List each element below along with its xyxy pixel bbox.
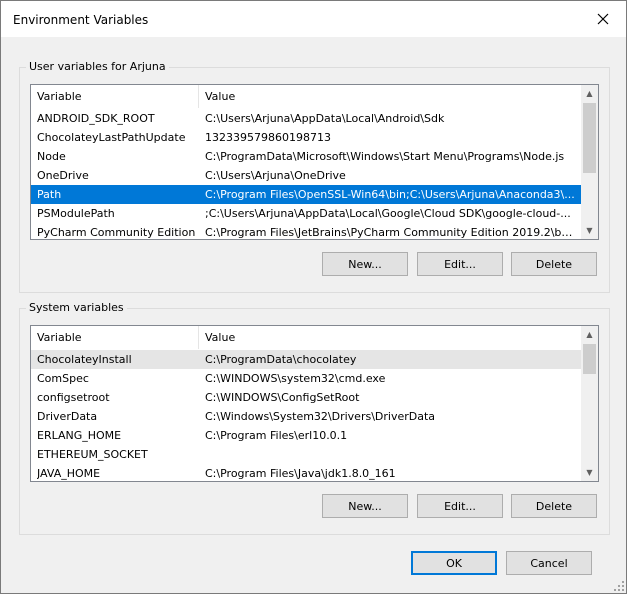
list-item[interactable]: Node C:\ProgramData\Microsoft\Windows\St… xyxy=(31,147,581,166)
user-edit-button[interactable]: Edit... xyxy=(417,252,503,276)
variable-name: ERLANG_HOME xyxy=(37,429,122,442)
variable-value: C:\Program Files\OpenSSL-Win64\bin;C:\Us… xyxy=(205,188,575,201)
scrollbar-thumb[interactable] xyxy=(583,103,596,173)
variable-name: JAVA_HOME xyxy=(37,467,101,480)
scroll-up-arrow-icon[interactable]: ▲ xyxy=(581,326,598,343)
user-delete-button[interactable]: Delete xyxy=(511,252,597,276)
variable-value: C:\Users\Arjuna\AppData\Local\Android\Sd… xyxy=(205,112,445,125)
column-header-variable[interactable]: Variable xyxy=(31,85,199,108)
list-item[interactable]: ERLANG_HOME C:\Program Files\erl10.0.1 xyxy=(31,426,581,445)
variable-value: C:\WINDOWS\system32\cmd.exe xyxy=(205,372,386,385)
variable-value: C:\Program Files\Java\jdk1.8.0_161 xyxy=(205,467,396,480)
environment-variables-dialog: Environment Variables User variables for… xyxy=(0,0,627,594)
user-variables-group: User variables for Arjuna Variable Value… xyxy=(19,60,610,293)
close-button[interactable] xyxy=(580,1,626,37)
system-list-header: Variable Value xyxy=(31,326,581,349)
variable-name: ComSpec xyxy=(37,372,89,385)
variable-value: C:\ProgramData\Microsoft\Windows\Start M… xyxy=(205,150,565,163)
list-item[interactable]: JAVA_HOME C:\Program Files\Java\jdk1.8.0… xyxy=(31,464,581,481)
variable-value: ;C:\Users\Arjuna\AppData\Local\Google\Cl… xyxy=(205,207,571,220)
user-variables-list[interactable]: Variable Value ANDROID_SDK_ROOT C:\Users… xyxy=(30,84,599,240)
variable-value: C:\Users\Arjuna\OneDrive xyxy=(205,169,346,182)
column-header-value[interactable]: Value xyxy=(199,85,579,108)
title-bar: Environment Variables xyxy=(1,1,626,37)
scroll-down-arrow-icon[interactable]: ▼ xyxy=(581,222,598,239)
cancel-button[interactable]: Cancel xyxy=(506,551,592,575)
scroll-down-arrow-icon[interactable]: ▼ xyxy=(581,464,598,481)
list-item[interactable]: PyCharm Community Edition C:\Program Fil… xyxy=(31,223,581,239)
variable-value: C:\Program Files\erl10.0.1 xyxy=(205,429,348,442)
ok-button[interactable]: OK xyxy=(411,551,497,575)
user-list-header: Variable Value xyxy=(31,85,581,108)
system-edit-button[interactable]: Edit... xyxy=(417,494,503,518)
system-delete-button[interactable]: Delete xyxy=(511,494,597,518)
list-item[interactable]: ETHEREUM_SOCKET xyxy=(31,445,581,464)
list-item[interactable]: OneDrive C:\Users\Arjuna\OneDrive xyxy=(31,166,581,185)
column-header-variable[interactable]: Variable xyxy=(31,326,199,349)
system-variables-list[interactable]: Variable Value ChocolateyInstall C:\Prog… xyxy=(30,325,599,482)
close-icon xyxy=(597,13,609,25)
variable-value: C:\Program Files\JetBrains\PyCharm Commu… xyxy=(205,226,575,239)
user-new-button[interactable]: New... xyxy=(322,252,408,276)
list-item[interactable]: ChocolateyLastPathUpdate 132339579860198… xyxy=(31,128,581,147)
variable-name: PSModulePath xyxy=(37,207,115,220)
variable-name: DriverData xyxy=(37,410,98,423)
variable-name: OneDrive xyxy=(37,169,89,182)
system-list-scrollbar[interactable]: ▲ ▼ xyxy=(581,326,598,481)
variable-value: C:\ProgramData\chocolatey xyxy=(205,353,357,366)
variable-name: configsetroot xyxy=(37,391,110,404)
list-item[interactable]: PSModulePath ;C:\Users\Arjuna\AppData\Lo… xyxy=(31,204,581,223)
variable-name: Node xyxy=(37,150,66,163)
column-header-value[interactable]: Value xyxy=(199,326,579,349)
resize-grip-icon[interactable] xyxy=(614,581,624,591)
user-rows: ANDROID_SDK_ROOT C:\Users\Arjuna\AppData… xyxy=(31,109,581,239)
list-item[interactable]: ANDROID_SDK_ROOT C:\Users\Arjuna\AppData… xyxy=(31,109,581,128)
list-item[interactable]: DriverData C:\Windows\System32\Drivers\D… xyxy=(31,407,581,426)
system-new-button[interactable]: New... xyxy=(322,494,408,518)
variable-name: ChocolateyLastPathUpdate xyxy=(37,131,186,144)
variable-name: ETHEREUM_SOCKET xyxy=(37,448,148,461)
variable-value: C:\Windows\System32\Drivers\DriverData xyxy=(205,410,436,423)
user-variables-label: User variables for Arjuna xyxy=(26,60,169,73)
system-rows: ChocolateyInstall C:\ProgramData\chocola… xyxy=(31,350,581,481)
system-variables-group: System variables Variable Value Chocolat… xyxy=(19,301,610,535)
scrollbar-thumb[interactable] xyxy=(583,344,596,374)
variable-name: PyCharm Community Edition xyxy=(37,226,196,239)
list-item[interactable]: ComSpec C:\WINDOWS\system32\cmd.exe xyxy=(31,369,581,388)
window-title: Environment Variables xyxy=(13,13,149,27)
list-item[interactable]: configsetroot C:\WINDOWS\ConfigSetRoot xyxy=(31,388,581,407)
user-list-scrollbar[interactable]: ▲ ▼ xyxy=(581,85,598,239)
list-item-selected[interactable]: Path C:\Program Files\OpenSSL-Win64\bin;… xyxy=(31,185,581,204)
variable-value: C:\WINDOWS\ConfigSetRoot xyxy=(205,391,360,404)
variable-name: Path xyxy=(37,188,62,201)
scroll-up-arrow-icon[interactable]: ▲ xyxy=(581,85,598,102)
variable-name: ANDROID_SDK_ROOT xyxy=(37,112,155,125)
variable-name: ChocolateyInstall xyxy=(37,353,132,366)
system-variables-label: System variables xyxy=(26,301,127,314)
variable-value: 132339579860198713 xyxy=(205,131,331,144)
list-item-focused[interactable]: ChocolateyInstall C:\ProgramData\chocola… xyxy=(31,350,581,369)
